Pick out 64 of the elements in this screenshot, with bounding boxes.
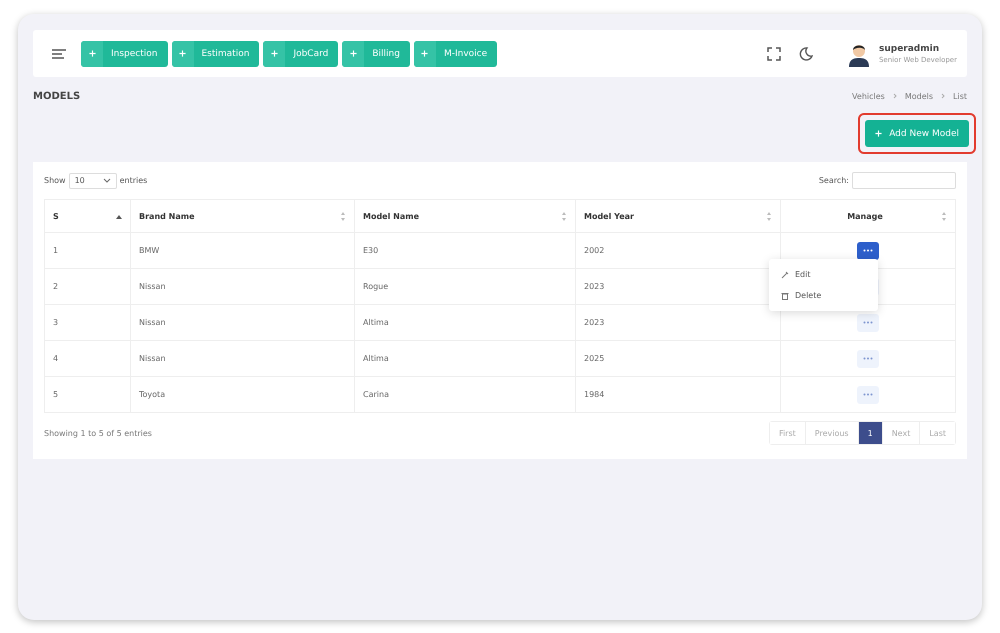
table-cell: BMW — [130, 232, 354, 268]
plus-icon — [421, 50, 428, 57]
sort-icon[interactable] — [766, 212, 772, 220]
trash-icon — [781, 292, 789, 300]
plus-icon — [88, 50, 96, 57]
pencil-icon — [781, 270, 789, 278]
sort-icon[interactable] — [561, 212, 567, 220]
user-name: superadmin — [878, 44, 940, 54]
quick-action-button[interactable]: Inspection — [81, 40, 168, 66]
table-cell: 4 — [44, 340, 130, 376]
table-cell: Nissan — [130, 340, 354, 376]
table-cell: 2025 — [576, 340, 780, 376]
table-cell: Altima — [354, 340, 576, 376]
column-header[interactable]: Brand Name — [130, 200, 354, 232]
chevron-right-icon — [892, 93, 897, 99]
search-field[interactable] — [852, 172, 956, 189]
quick-action-button[interactable]: Billing — [342, 40, 410, 66]
fullscreen-icon[interactable] — [766, 46, 781, 60]
chevron-right-icon — [941, 93, 946, 99]
table-cell: 5 — [44, 376, 130, 412]
table-cell: Rogue — [354, 268, 576, 304]
entries-select[interactable]: 10 — [68, 172, 117, 188]
table-cell: Toyota — [130, 376, 354, 412]
ellipsis-icon — [863, 393, 873, 396]
column-header[interactable]: Manage — [780, 200, 956, 232]
table-cell: 1984 — [576, 376, 780, 412]
search-label: Search: — [818, 176, 849, 185]
table-cell: Altima — [354, 304, 576, 340]
page-title: MODELS — [33, 90, 80, 102]
column-header[interactable]: Model Name — [354, 200, 576, 232]
table-cell: Nissan — [130, 304, 354, 340]
table-info: Showing 1 to 5 of 5 entries — [44, 428, 152, 438]
table-cell: E30 — [354, 232, 576, 268]
breadcrumb-item: List — [953, 92, 967, 100]
column-header[interactable]: S — [44, 200, 130, 232]
plus-icon — [350, 50, 357, 57]
quick-action-button[interactable]: JobCard — [263, 40, 338, 66]
plus-icon — [179, 50, 186, 57]
moon-icon[interactable] — [798, 46, 813, 60]
table-cell: Carina — [354, 376, 576, 412]
table-cell: 3 — [44, 304, 130, 340]
menu-icon[interactable] — [51, 48, 67, 60]
plus-icon — [270, 50, 278, 57]
quick-action-button[interactable]: Estimation — [172, 40, 260, 66]
more-button[interactable] — [857, 242, 879, 260]
breadcrumb-item[interactable]: Models — [904, 92, 934, 100]
breadcrumb-item[interactable]: Vehicles — [852, 92, 885, 100]
sort-icon[interactable] — [940, 212, 947, 220]
length-label: entries — [120, 176, 148, 185]
ellipsis-icon — [863, 249, 873, 252]
page-button[interactable]: Last — [919, 422, 955, 444]
plus-icon — [875, 130, 882, 137]
ellipsis-icon — [863, 357, 873, 360]
chevron-down-icon — [102, 178, 111, 183]
sort-icon[interactable] — [340, 212, 346, 220]
ellipsis-icon — [863, 321, 873, 324]
length-label: Show — [44, 176, 66, 185]
add-model-button[interactable]: Add New Model — [865, 120, 969, 147]
table-cell: Nissan — [130, 268, 354, 304]
column-header[interactable]: Model Year — [576, 200, 780, 232]
table-cell: 2 — [44, 268, 130, 304]
page-button[interactable]: 1 — [858, 422, 882, 444]
quick-action-button[interactable]: M-Invoice — [414, 40, 498, 66]
table-cell: 1 — [44, 232, 130, 268]
